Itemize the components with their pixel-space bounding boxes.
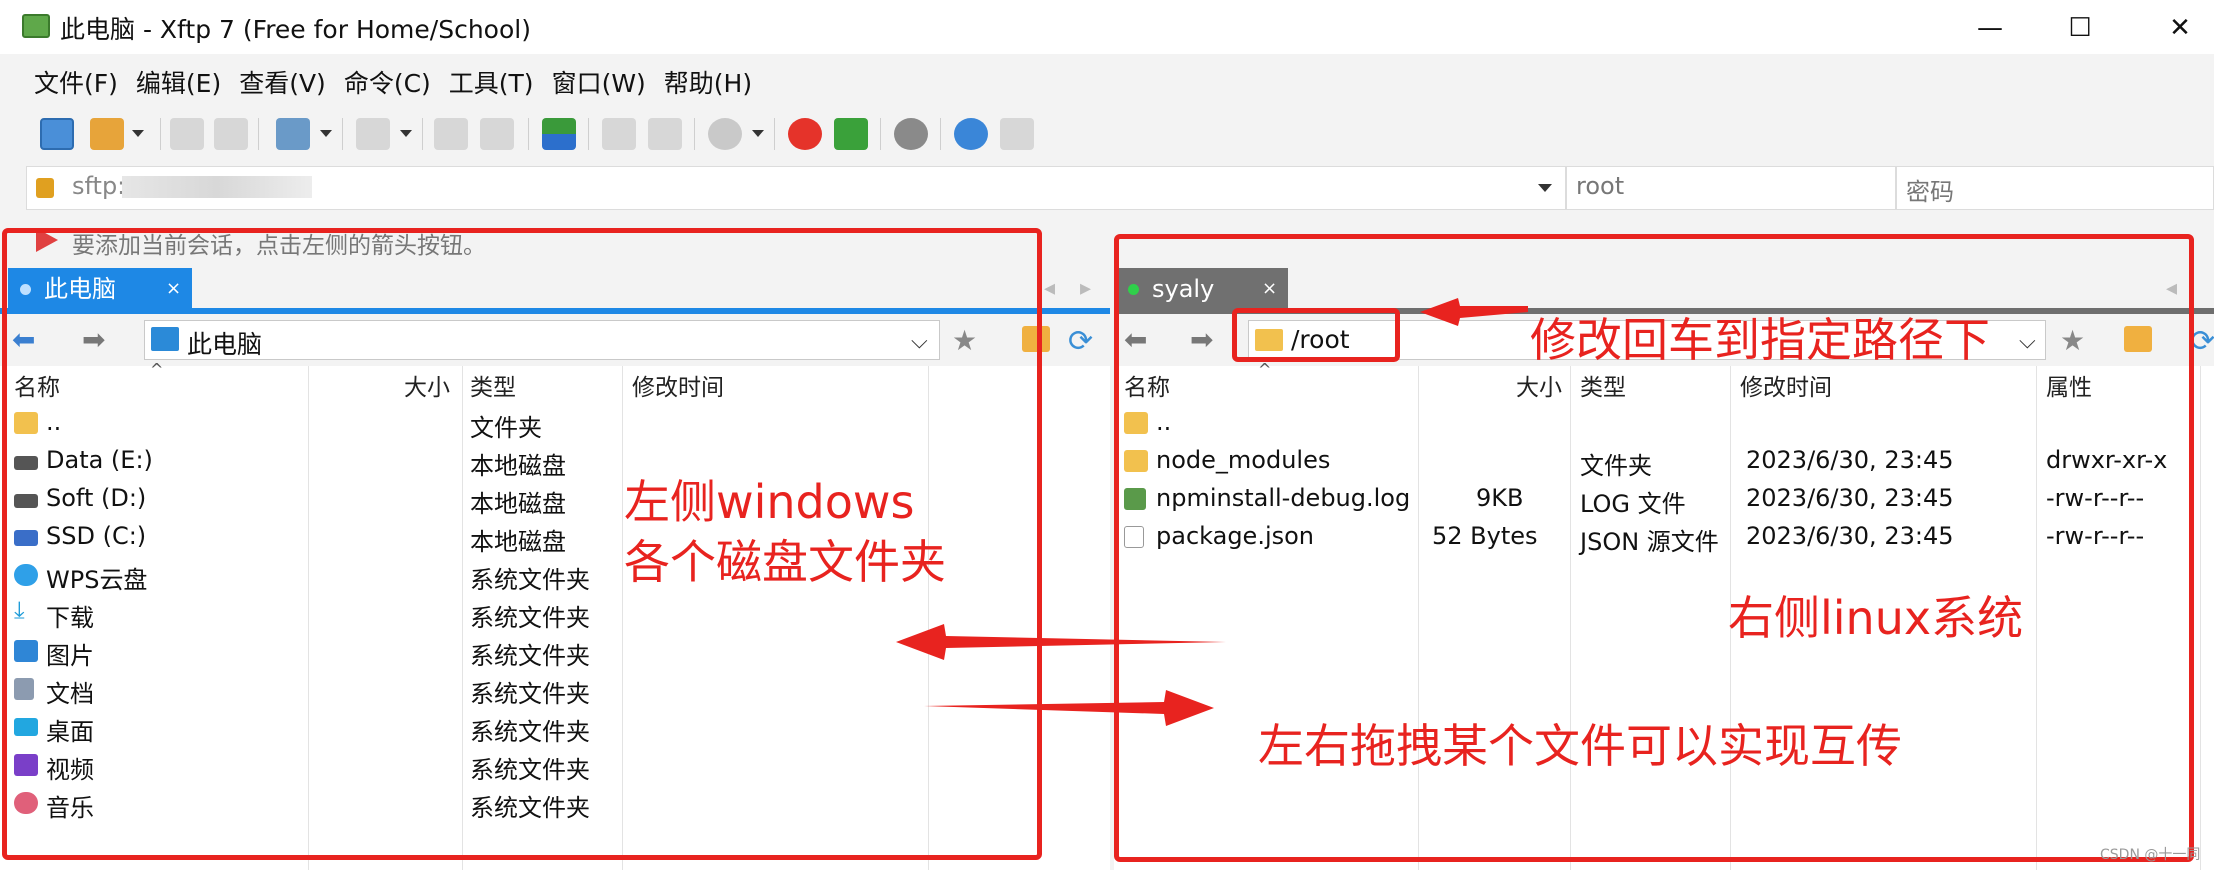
arrow-left <box>896 624 1226 660</box>
watermark: CSDN @十一同 <box>2100 847 2201 863</box>
arrow-right <box>924 690 1214 726</box>
annotation-left-line2: 各个磁盘文件夹 <box>624 535 946 589</box>
annotation-path-hint: 修改回车到指定路径下 <box>1530 313 1990 367</box>
arrow-to-path <box>1420 298 1528 326</box>
annotation-right-label: 右侧linux系统 <box>1728 591 2024 645</box>
annotation-left-line1: 左侧windows <box>624 475 915 529</box>
annotation-drag-hint: 左右拖拽某个文件可以实现互传 <box>1258 719 1902 773</box>
